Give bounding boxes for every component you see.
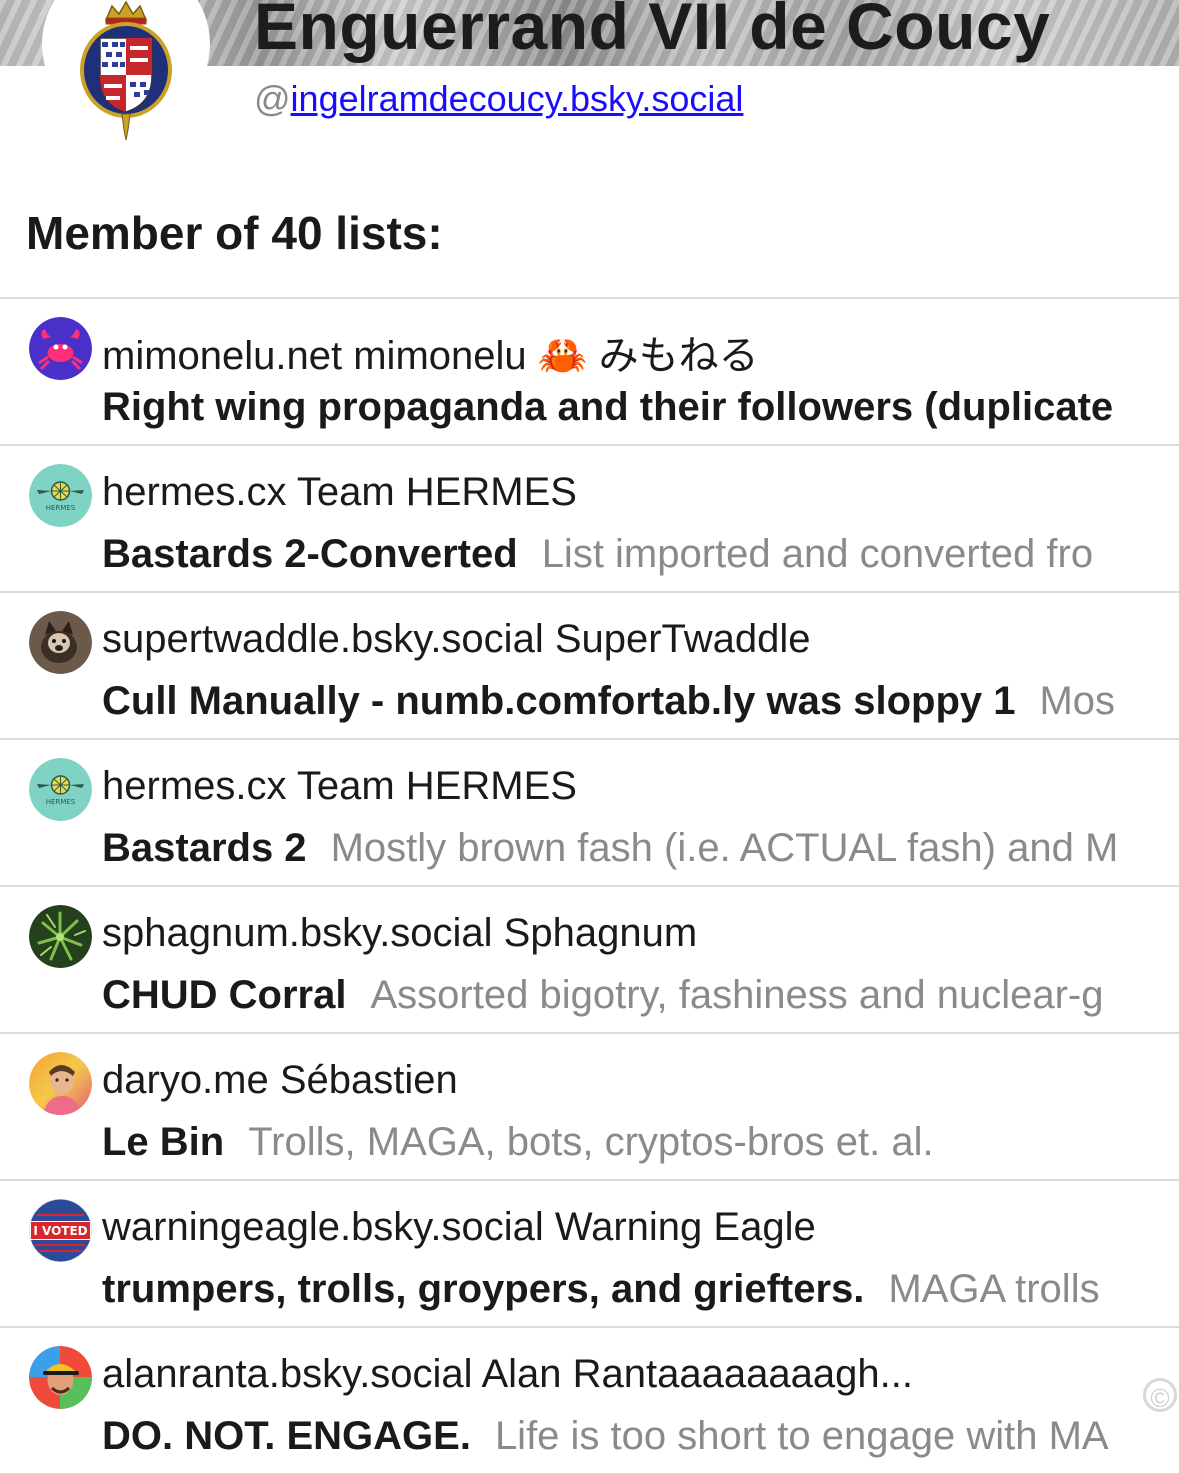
hermes-logo-icon[interactable]: HERMES <box>29 464 92 527</box>
coat-of-arms-icon <box>80 0 172 141</box>
list-title-line[interactable]: DO. NOT. ENGAGE. Life is too short to eng… <box>102 1414 1109 1459</box>
list-name[interactable]: trumpers, trolls, groypers, and griefter… <box>102 1267 864 1311</box>
list-item[interactable]: alanranta.bsky.social Alan Rantaaaaaaaag… <box>0 1326 1179 1473</box>
list-description: MAGA trolls <box>888 1267 1100 1311</box>
list-owner[interactable]: alanranta.bsky.social Alan Rantaaaaaaaag… <box>102 1352 913 1397</box>
list-item[interactable]: HERMES hermes.cx Team HERMES Bastards 2-… <box>0 444 1179 591</box>
list-owner[interactable]: mimonelu.net mimonelu 🦀 みもねる <box>102 323 759 381</box>
list-description: Trolls, MAGA, bots, cryptos-bros et. al. <box>248 1120 934 1164</box>
profile-handle: @ingelramdecoucy.bsky.social <box>254 78 743 120</box>
profile-display-name: Enguerrand VII de Coucy <box>254 0 1051 63</box>
person-cap-photo-icon[interactable] <box>29 1346 92 1409</box>
list-description: Mos <box>1039 679 1116 723</box>
handle-at-sign: @ <box>254 78 291 119</box>
list-owner[interactable]: hermes.cx Team HERMES <box>102 764 577 809</box>
list-description: Life is too short to engage with MA <box>494 1414 1109 1458</box>
profile-handle-link[interactable]: ingelramdecoucy.bsky.social <box>291 78 744 119</box>
hermes-logo-icon[interactable]: HERMES <box>29 758 92 821</box>
cat-photo-icon[interactable] <box>29 611 92 674</box>
list-description: Mostly brown fash (i.e. ACTUAL fash) and… <box>330 826 1119 870</box>
i-voted-sticker-icon[interactable]: I VOTED <box>29 1199 92 1262</box>
crab-icon[interactable] <box>29 317 92 380</box>
membership-list: mimonelu.net mimonelu 🦀 みもねる Right wing … <box>0 297 1179 1473</box>
svg-text:HERMES: HERMES <box>46 504 76 512</box>
list-description: Assorted bigotry, fashiness and nuclear-… <box>370 973 1104 1017</box>
list-item[interactable]: sphagnum.bsky.social Sphagnum CHUD Corra… <box>0 885 1179 1032</box>
list-name[interactable]: Le Bin <box>102 1120 224 1164</box>
list-title-line[interactable]: Bastards 2 Mostly brown fash (i.e. ACTUAL… <box>102 826 1118 871</box>
plant-photo-icon[interactable] <box>29 905 92 968</box>
copyright-icon: © <box>1143 1378 1177 1413</box>
list-title-line[interactable]: Right wing propaganda and their follower… <box>102 385 1113 430</box>
list-title-line[interactable]: Cull Manually - numb.comfortab.ly was sl… <box>102 679 1115 724</box>
list-item[interactable]: supertwaddle.bsky.social SuperTwaddle Cu… <box>0 591 1179 738</box>
list-owner[interactable]: hermes.cx Team HERMES <box>102 470 577 515</box>
list-item[interactable]: daryo.me Sébastien Le Bin Trolls, MAGA, b… <box>0 1032 1179 1179</box>
lists-section-title: Member of 40 lists: <box>26 207 443 259</box>
list-item[interactable]: I VOTED warningeagle.bsky.social Warning… <box>0 1179 1179 1326</box>
list-name[interactable]: Cull Manually - numb.comfortab.ly was sl… <box>102 679 1015 723</box>
list-owner[interactable]: supertwaddle.bsky.social SuperTwaddle <box>102 617 811 662</box>
list-name[interactable]: Right wing propaganda and their follower… <box>102 385 1113 429</box>
person-photo-icon[interactable] <box>29 1052 92 1115</box>
list-title-line[interactable]: Le Bin Trolls, MAGA, bots, cryptos-bros e… <box>102 1120 934 1165</box>
list-title-line[interactable]: trumpers, trolls, groypers, and griefter… <box>102 1267 1100 1312</box>
list-title-line[interactable]: CHUD Corral Assorted bigotry, fashiness a… <box>102 973 1103 1018</box>
list-owner[interactable]: warningeagle.bsky.social Warning Eagle <box>102 1205 816 1250</box>
list-name[interactable]: Bastards 2-Converted <box>102 532 518 576</box>
list-item[interactable]: HERMES hermes.cx Team HERMES Bastards 2 M… <box>0 738 1179 885</box>
list-owner[interactable]: sphagnum.bsky.social Sphagnum <box>102 911 697 956</box>
list-name[interactable]: DO. NOT. ENGAGE. <box>102 1414 471 1458</box>
list-name[interactable]: Bastards 2 <box>102 826 307 870</box>
list-title-line[interactable]: Bastards 2-Converted List imported and co… <box>102 532 1093 577</box>
svg-text:I VOTED: I VOTED <box>33 1224 87 1238</box>
list-item[interactable]: mimonelu.net mimonelu 🦀 みもねる Right wing … <box>0 297 1179 444</box>
list-name[interactable]: CHUD Corral <box>102 973 346 1017</box>
svg-text:HERMES: HERMES <box>46 798 76 806</box>
profile-header: Enguerrand VII de Coucy @ingelramdecoucy… <box>0 0 1179 160</box>
list-owner[interactable]: daryo.me Sébastien <box>102 1058 458 1103</box>
list-description: List imported and converted fro <box>541 532 1094 576</box>
